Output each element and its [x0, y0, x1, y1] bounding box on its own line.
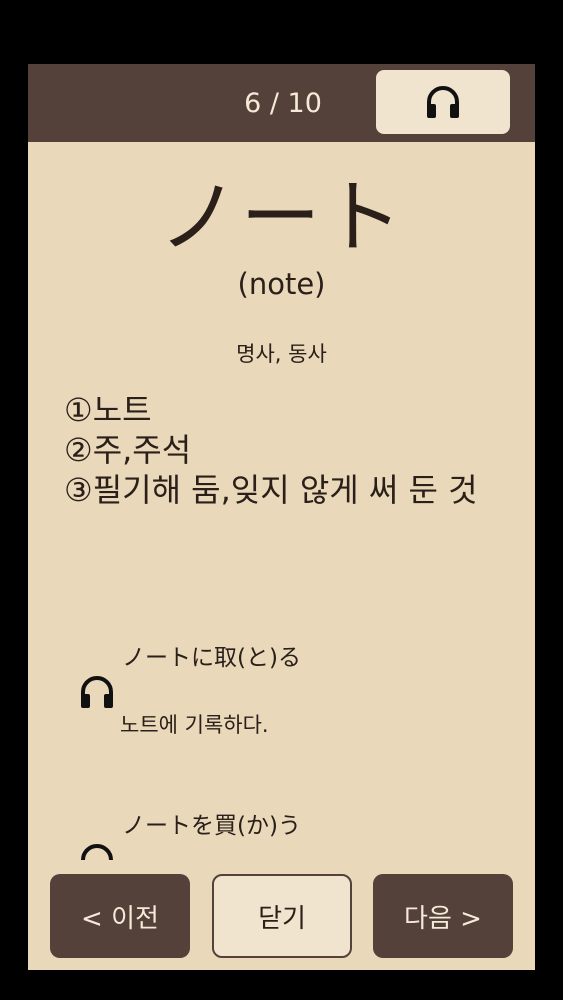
top-bar: 6 / 10 — [28, 64, 535, 142]
flashcard-screen: 6 / 10 ノート (note) 명사, 동사 ①노트 ②주,주석 ③필기해 … — [28, 64, 535, 970]
example-japanese: ノートを買(か)う — [122, 813, 301, 839]
close-button[interactable]: 닫기 — [212, 874, 352, 958]
example-korean: 노트에 기록하다. — [120, 713, 269, 737]
next-button[interactable]: 다음 > — [373, 874, 513, 958]
word-reading: (note) — [237, 267, 326, 301]
vocab-word: ノート — [158, 171, 405, 264]
headphones-icon[interactable] — [78, 674, 116, 714]
meaning-list: ①노트 ②주,주석 ③필기해 둠,잊지 않게 써 둔 것 — [64, 390, 504, 510]
headphones-icon — [424, 84, 462, 120]
card-counter: 6 / 10 — [244, 88, 322, 119]
part-of-speech: 명사, 동사 — [236, 342, 327, 366]
play-audio-button[interactable] — [376, 70, 510, 134]
meaning-item: ①노트 — [64, 391, 152, 429]
prev-button[interactable]: < 이전 — [50, 874, 190, 958]
bottom-nav: < 이전 닫기 다음 > — [28, 860, 535, 970]
meaning-item: ③필기해 둠,잊지 않게 써 둔 것 — [64, 471, 478, 509]
meaning-item: ②주,주석 — [64, 431, 192, 469]
example-japanese: ノートに取(と)る — [122, 645, 301, 671]
